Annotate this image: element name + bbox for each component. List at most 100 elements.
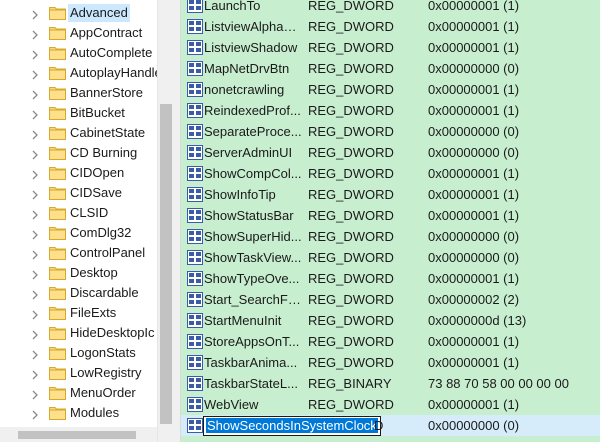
value-row[interactable]: ShowInfoTip REG_DWORD 0x00000001 (1) bbox=[181, 184, 600, 205]
tree-item[interactable]: CIDSave bbox=[0, 183, 157, 203]
tree-item-label[interactable]: MenuOrder bbox=[68, 384, 138, 402]
chevron-right-icon[interactable] bbox=[31, 268, 39, 280]
tree-item-label[interactable]: CLSID bbox=[68, 204, 110, 222]
tree-item-label[interactable]: Discardable bbox=[68, 284, 141, 302]
chevron-right-icon[interactable] bbox=[31, 68, 39, 80]
chevron-right-icon[interactable] bbox=[31, 328, 39, 340]
tree-item[interactable]: AppContract bbox=[0, 23, 157, 43]
chevron-right-icon[interactable] bbox=[31, 188, 39, 200]
value-row[interactable]: ListviewAlphaS... REG_DWORD 0x00000001 (1) bbox=[181, 16, 600, 37]
value-row[interactable]: ShowCompCol... REG_DWORD 0x00000001 (1) bbox=[181, 163, 600, 184]
tree-item[interactable]: Desktop bbox=[0, 263, 157, 283]
value-row-editing[interactable]: ShowSecondsInSystemClock D 0x00000000 (0… bbox=[181, 415, 600, 436]
value-row[interactable]: ShowStatusBar REG_DWORD 0x00000001 (1) bbox=[181, 205, 600, 226]
value-row[interactable]: nonetcrawling REG_DWORD 0x00000001 (1) bbox=[181, 79, 600, 100]
tree-item-label[interactable]: LowRegistry bbox=[68, 364, 144, 382]
value-name[interactable]: WebView bbox=[204, 396, 302, 414]
chevron-right-icon[interactable] bbox=[31, 388, 39, 400]
tree-item-label[interactable]: Desktop bbox=[68, 264, 120, 282]
chevron-right-icon[interactable] bbox=[31, 368, 39, 380]
tree-item[interactable]: AutoplayHandle bbox=[0, 63, 157, 83]
tree-item-label[interactable]: AutoComplete bbox=[68, 44, 154, 62]
value-row[interactable]: ShowSuperHid... REG_DWORD 0x00000000 (0) bbox=[181, 226, 600, 247]
value-name-edit-text[interactable]: ShowSecondsInSystemClock bbox=[206, 418, 378, 433]
value-row[interactable]: TaskbarStateL... REG_BINARY 73 88 70 58 00… bbox=[181, 373, 600, 394]
tree-vertical-scrollbar[interactable] bbox=[157, 0, 174, 442]
value-name[interactable]: ReindexedProf... bbox=[204, 102, 302, 120]
chevron-right-icon[interactable] bbox=[31, 348, 39, 360]
tree-item-label[interactable]: FileExts bbox=[68, 304, 118, 322]
tree-item[interactable]: Modules bbox=[0, 403, 157, 423]
tree-item-label[interactable]: CabinetState bbox=[68, 124, 147, 142]
tree-item[interactable]: ControlPanel bbox=[0, 243, 157, 263]
chevron-right-icon[interactable] bbox=[31, 208, 39, 220]
value-name-edit-field[interactable]: ShowSecondsInSystemClock bbox=[203, 416, 381, 436]
tree-item[interactable]: CabinetState bbox=[0, 123, 157, 143]
tree-item-label[interactable]: AutoplayHandle bbox=[68, 64, 157, 82]
value-row[interactable]: Start_SearchFil... REG_DWORD 0x00000002 (2… bbox=[181, 289, 600, 310]
value-row[interactable]: ShowTypeOve... REG_DWORD 0x00000001 (1) bbox=[181, 268, 600, 289]
value-name[interactable]: SeparateProce... bbox=[204, 123, 302, 141]
tree-item-label[interactable]: Advanced bbox=[68, 4, 130, 22]
value-name[interactable]: ShowTaskView... bbox=[204, 249, 302, 267]
value-name[interactable]: StartMenuInit bbox=[204, 312, 302, 330]
value-row[interactable]: SeparateProce... REG_DWORD 0x00000000 (0) bbox=[181, 121, 600, 142]
value-row[interactable]: ServerAdminUI REG_DWORD 0x00000000 (0) bbox=[181, 142, 600, 163]
tree-item[interactable]: Advanced bbox=[0, 3, 157, 23]
registry-key-tree[interactable]: Advanced AppContract AutoComplete AutoplayH… bbox=[0, 0, 157, 442]
tree-item-label[interactable]: Modules bbox=[68, 404, 121, 422]
value-row[interactable]: TaskbarAnima... REG_DWORD 0x00000001 (1) bbox=[181, 352, 600, 373]
value-row[interactable]: LaunchTo REG_DWORD 0x00000001 (1) bbox=[181, 0, 600, 16]
tree-item[interactable]: LowRegistry bbox=[0, 363, 157, 383]
value-name[interactable]: MapNetDrvBtn bbox=[204, 60, 302, 78]
tree-horizontal-scroll-thumb[interactable] bbox=[18, 431, 136, 439]
value-name[interactable]: StoreAppsOnT... bbox=[204, 333, 302, 351]
value-row[interactable]: StartMenuInit REG_DWORD 0x0000000d (13) bbox=[181, 310, 600, 331]
tree-item-label[interactable]: LogonStats bbox=[68, 344, 138, 362]
registry-values-list[interactable]: LaunchTo REG_DWORD 0x00000001 (1) ListviewA… bbox=[181, 0, 600, 442]
tree-item[interactable]: LogonStats bbox=[0, 343, 157, 363]
tree-item[interactable]: AutoComplete bbox=[0, 43, 157, 63]
tree-item[interactable]: MenuOrder bbox=[0, 383, 157, 403]
tree-item-label[interactable]: CD Burning bbox=[68, 144, 139, 162]
chevron-right-icon[interactable] bbox=[31, 8, 39, 20]
value-row[interactable]: ListviewShadow REG_DWORD 0x00000001 (1) bbox=[181, 37, 600, 58]
tree-item[interactable]: BitBucket bbox=[0, 103, 157, 123]
tree-item[interactable]: ComDlg32 bbox=[0, 223, 157, 243]
tree-item[interactable]: HideDesktopIc bbox=[0, 323, 157, 343]
tree-item[interactable]: BannerStore bbox=[0, 83, 157, 103]
chevron-right-icon[interactable] bbox=[31, 308, 39, 320]
tree-item-label[interactable]: HideDesktopIc bbox=[68, 324, 157, 342]
chevron-right-icon[interactable] bbox=[31, 288, 39, 300]
chevron-right-icon[interactable] bbox=[31, 108, 39, 120]
pane-splitter[interactable] bbox=[174, 0, 181, 442]
tree-item-label[interactable]: CIDOpen bbox=[68, 164, 126, 182]
tree-horizontal-scrollbar[interactable] bbox=[0, 427, 157, 442]
tree-vertical-scroll-thumb[interactable] bbox=[160, 104, 172, 424]
value-name[interactable]: ShowSuperHid... bbox=[204, 228, 302, 246]
chevron-right-icon[interactable] bbox=[31, 248, 39, 260]
tree-item-label[interactable]: ComDlg32 bbox=[68, 224, 133, 242]
tree-item-label[interactable]: AppContract bbox=[68, 24, 144, 42]
value-name[interactable]: nonetcrawling bbox=[204, 81, 302, 99]
chevron-right-icon[interactable] bbox=[31, 168, 39, 180]
value-name[interactable]: LaunchTo bbox=[204, 0, 302, 15]
tree-item-label[interactable]: BannerStore bbox=[68, 84, 145, 102]
value-name[interactable]: ShowTypeOve... bbox=[204, 270, 302, 288]
value-name[interactable]: ListviewAlphaS... bbox=[204, 18, 302, 36]
chevron-right-icon[interactable] bbox=[31, 228, 39, 240]
chevron-right-icon[interactable] bbox=[31, 28, 39, 40]
chevron-right-icon[interactable] bbox=[31, 148, 39, 160]
value-name[interactable]: TaskbarAnima... bbox=[204, 354, 302, 372]
tree-item-label[interactable]: BitBucket bbox=[68, 104, 127, 122]
tree-item-label[interactable]: CIDSave bbox=[68, 184, 124, 202]
value-name[interactable]: ListviewShadow bbox=[204, 39, 302, 57]
value-row[interactable]: MapNetDrvBtn REG_DWORD 0x00000000 (0) bbox=[181, 58, 600, 79]
tree-item[interactable]: Discardable bbox=[0, 283, 157, 303]
value-name[interactable]: TaskbarStateL... bbox=[204, 375, 302, 393]
value-name[interactable]: ShowInfoTip bbox=[204, 186, 302, 204]
value-name[interactable]: ServerAdminUI bbox=[204, 144, 302, 162]
tree-item[interactable]: CIDOpen bbox=[0, 163, 157, 183]
value-row[interactable]: ReindexedProf... REG_DWORD 0x00000001 (1) bbox=[181, 100, 600, 121]
value-name[interactable]: Start_SearchFil... bbox=[204, 291, 302, 309]
